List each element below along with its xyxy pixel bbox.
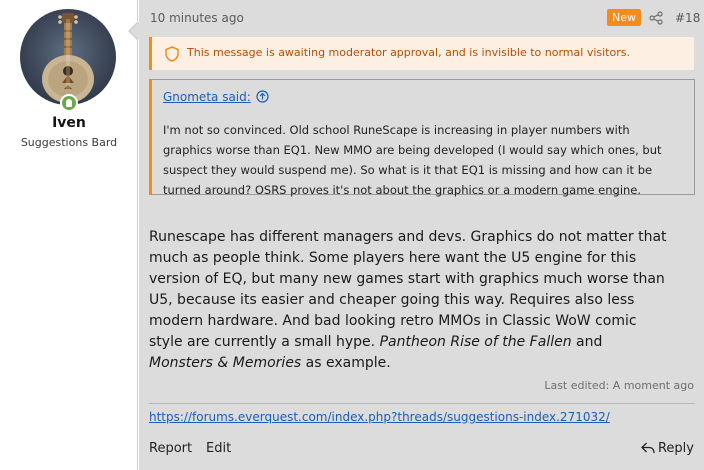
post-time[interactable]: 10 minutes ago	[150, 11, 244, 25]
reply-label: Reply	[657, 441, 694, 456]
online-user-icon	[60, 94, 78, 112]
message-arrow-inner	[130, 22, 139, 40]
body-line: Monsters & Memories as example.	[149, 353, 639, 374]
reply-arrow-icon	[641, 442, 655, 454]
game-title-pantheon: Pantheon Rise of the Fallen	[379, 334, 572, 350]
body-text-span: style are currently a small hype.	[149, 334, 380, 350]
user-title: Suggestions Bard	[20, 136, 118, 149]
quote-line: suspect they would suspend me). So what …	[163, 163, 653, 177]
reply-button[interactable]: Reply	[641, 441, 694, 456]
body-line: Runescape has different managers and dev…	[149, 229, 667, 245]
last-edited: Last edited: A moment ago	[544, 379, 694, 392]
body-line: style are currently a small hype. Panthe…	[149, 332, 639, 353]
body-line: much as people think. Some players here …	[149, 250, 637, 266]
quote-block: Gnometa said: I'm not so convinced. Old …	[149, 79, 695, 197]
message-body: Runescape has different managers and dev…	[149, 227, 667, 374]
username[interactable]: Iven	[0, 115, 138, 131]
avatar[interactable]	[20, 9, 116, 105]
body-text-span: as example.	[301, 355, 391, 371]
signature-divider	[149, 403, 695, 404]
edit-button[interactable]: Edit	[206, 441, 231, 456]
quote-line: graphics worse than EQ1. New MMO are bei…	[163, 143, 662, 157]
message-user-column: Iven Suggestions Bard	[0, 0, 138, 470]
body-line: U5, because its easier and cheaper going…	[149, 292, 635, 308]
body-text-span: and	[571, 334, 603, 350]
report-button[interactable]: Report	[149, 441, 192, 456]
post-number[interactable]: #18	[675, 11, 700, 25]
body-line: modern hardware. And bad looking retro M…	[149, 313, 637, 329]
game-title-monsters-memories: Monsters & Memories	[149, 355, 302, 371]
message-cell: 10 minutes ago New #18 This message is a…	[139, 0, 704, 470]
share-icon[interactable]	[649, 11, 663, 25]
moderation-notice-text: This message is awaiting moderator appro…	[187, 46, 630, 59]
quote-line: turned around? OSRS proves it's not abou…	[163, 183, 642, 197]
quote-author-link[interactable]: Gnometa said:	[163, 90, 251, 104]
quote-body: I'm not so convinced. Old school RuneSca…	[163, 120, 683, 200]
shield-icon	[165, 46, 179, 62]
moderation-notice: This message is awaiting moderator appro…	[149, 37, 694, 70]
quote-line: I'm not so convinced. Old school RuneSca…	[163, 123, 630, 137]
body-line: version of EQ, but many new games start …	[149, 271, 665, 287]
lute-avatar	[42, 13, 94, 103]
signature-link[interactable]: https://forums.everquest.com/index.php?t…	[149, 410, 610, 424]
circle-up-arrow-icon[interactable]	[256, 90, 269, 103]
new-badge: New	[607, 9, 641, 26]
